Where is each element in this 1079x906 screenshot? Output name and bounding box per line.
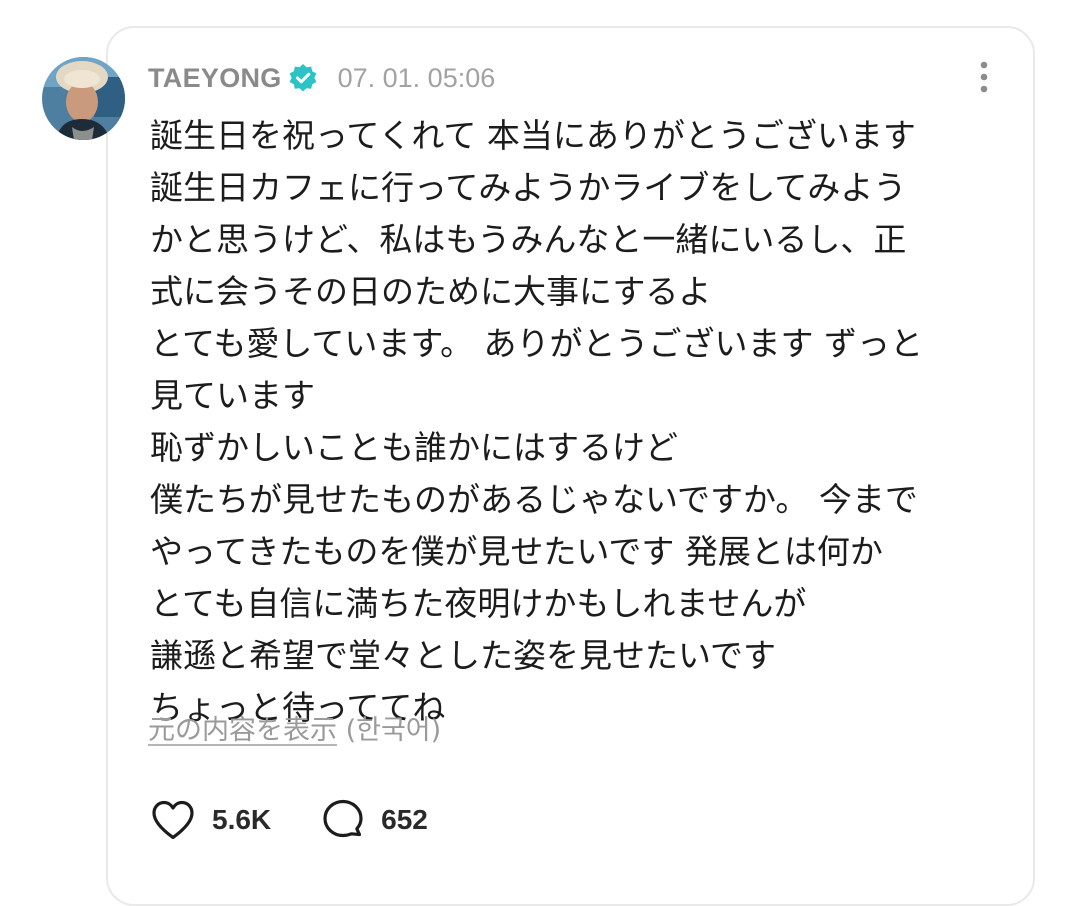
heart-icon <box>152 800 194 840</box>
comment-bubble-icon <box>323 799 363 838</box>
post-body-line: 式に会うその日のために大事にするよ <box>150 272 712 311</box>
post-body-line: 謙遜と希望で堂々とした姿を見せたいです <box>150 636 777 675</box>
author-name[interactable]: TAEYONG <box>148 63 282 94</box>
post-body-line: やってきたものを僕が見せたいです 発展とは何か <box>150 532 883 571</box>
post-actions: 5.6K 652 <box>150 796 428 844</box>
original-language-label: (한국어) <box>345 715 442 746</box>
post-body: 誕生日を祝ってくれて 本当にありがとうございます 誕生日カフェに行ってみようかラ… <box>150 110 1010 734</box>
verified-badge-icon <box>288 63 318 93</box>
comment-count: 652 <box>381 804 428 835</box>
post-body-line: とても愛しています。 ありがとうございます ずっと <box>150 324 924 363</box>
show-original-link[interactable]: 元の内容を表示 <box>148 715 337 746</box>
translation-toggle: 元の内容を表示 (한국어) <box>148 708 441 747</box>
post-body-line: かと思うけど、私はもうみんなと一緒にいるし、正 <box>150 220 907 259</box>
post-body-line: 僕たちが見せたものがあるじゃないですか。 今まで <box>150 480 918 519</box>
comment-button[interactable]: 652 <box>321 798 428 842</box>
more-options-icon[interactable] <box>972 60 996 96</box>
like-count: 5.6K <box>212 804 272 835</box>
post-body-line: 恥ずかしいことも誰かにはするけど <box>150 428 678 467</box>
post-body-line: 誕生日を祝ってくれて 本当にありがとうございます <box>150 116 916 155</box>
post-body-line: 見ています <box>150 376 315 415</box>
post-body-line: 誕生日カフェに行ってみようかライブをしてみよう <box>150 168 907 207</box>
post-body-line: とても自信に満ちた夜明けかもしれませんが <box>150 584 807 623</box>
post-header: TAEYONG 07. 01. 05:06 <box>148 60 495 96</box>
like-button[interactable]: 5.6K <box>150 799 271 841</box>
post-timestamp: 07. 01. 05:06 <box>337 62 496 93</box>
author-avatar[interactable] <box>42 57 125 140</box>
